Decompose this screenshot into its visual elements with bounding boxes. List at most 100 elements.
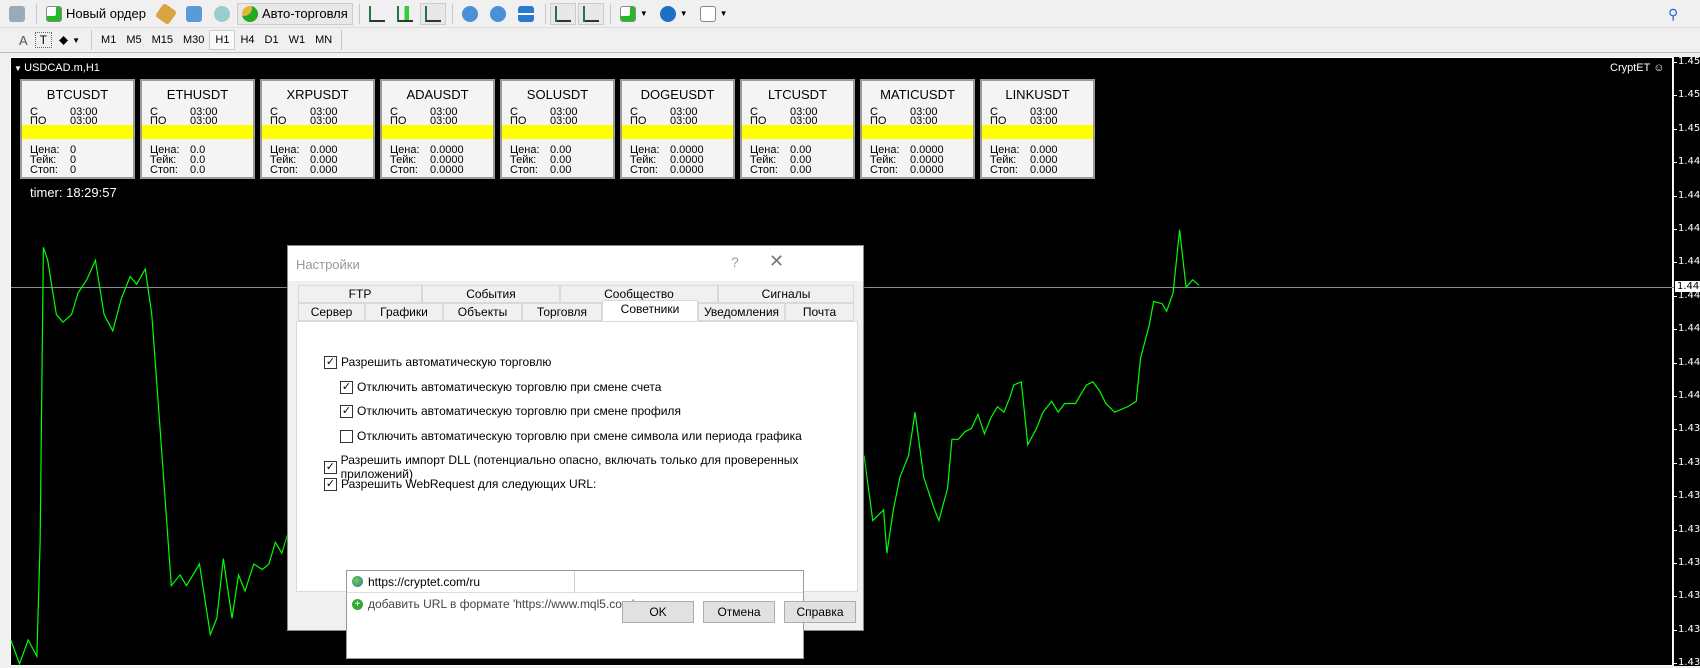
symbol-panel[interactable]: MATICUSDT С 03:00 ПО 03:00 Цена: 0.0000 Тейк: 0.… (860, 79, 975, 179)
panel-symbol: DOGEUSDT (640, 87, 715, 102)
tab-3[interactable]: Сигналы (718, 285, 854, 303)
panel-symbol: LINKUSDT (1005, 87, 1070, 102)
panel-symbol: LTCUSDT (768, 87, 827, 102)
checkbox-unchecked-icon[interactable] (340, 429, 353, 443)
stop-label: Стоп: (990, 164, 1018, 176)
axis-tick-label: 1.440 (1674, 390, 1700, 401)
status-bar (742, 125, 853, 139)
tab-row2-5[interactable]: Уведомления (698, 303, 785, 321)
option-label: Отключить автоматическую торговлю при см… (357, 404, 681, 418)
axis-tick-label: 1.442 (1674, 323, 1700, 334)
symbol-panel[interactable]: ADAUSDT С 03:00 ПО 03:00 Цена: 0.0000 Тейк: 0.00… (380, 79, 495, 179)
stop-label: Стоп: (750, 164, 778, 176)
axis-tick-label: 1.436 (1674, 490, 1700, 501)
checkbox-checked-icon[interactable]: ✓ (340, 380, 353, 394)
option-checkbox[interactable]: ✓ Разрешить WebRequest для следующих URL: (324, 477, 596, 491)
stop-label: Стоп: (270, 164, 298, 176)
checkbox-checked-icon[interactable]: ✓ (324, 460, 337, 474)
option-label: Отключить автоматическую торговлю при см… (357, 429, 802, 443)
status-bar (382, 125, 493, 139)
stop-label: Стоп: (870, 164, 898, 176)
symbol-panel[interactable]: SOLUSDT С 03:00 ПО 03:00 Цена: 0.00 Тейк: 0.00 Ст… (500, 79, 615, 179)
panel-symbol: XRPUSDT (286, 87, 349, 102)
axis-tick-label: 1.437 (1674, 457, 1700, 468)
tab-row2-1[interactable]: Графики (365, 303, 443, 321)
symbol-panel[interactable]: LTCUSDT С 03:00 ПО 03:00 Цена: 0.00 Тейк: 0.00 Ст… (740, 79, 855, 179)
panel-symbol: BTCUSDT (46, 87, 109, 102)
axis-tick-label: 1.432 (1674, 590, 1700, 601)
timer-text: timer: 18:29:57 (30, 185, 117, 200)
tab-0[interactable]: FTP (298, 285, 422, 303)
url-row[interactable]: https://cryptet.com/ru (347, 571, 803, 593)
panel-symbol: ETHUSDT (166, 87, 229, 102)
status-bar (622, 125, 733, 139)
help-button[interactable]: ? (731, 254, 739, 270)
symbol-panel[interactable]: DOGEUSDT С 03:00 ПО 03:00 Цена: 0.0000 Тейк: 0.0… (620, 79, 735, 179)
status-bar (502, 125, 613, 139)
axis-tick-label: 1.447 (1674, 190, 1700, 201)
tab-row2-6[interactable]: Почта (785, 303, 854, 321)
stop-label: Стоп: (30, 164, 58, 176)
option-label: Разрешить WebRequest для следующих URL: (341, 477, 597, 491)
status-bar (22, 125, 133, 139)
symbol-panel[interactable]: XRPUSDT С 03:00 ПО 03:00 Цена: 0.000 Тейк: 0.000… (260, 79, 375, 179)
stop-label: Стоп: (390, 164, 418, 176)
axis-tick-label: 1.443 (1674, 290, 1700, 301)
axis-tick-label: 1.430 (1674, 657, 1700, 668)
stop-label: Стоп: (510, 164, 538, 176)
price-line-left (11, 247, 289, 664)
symbol-panel[interactable]: ETHUSDT С 03:00 ПО 03:00 Цена: 0.0 Тейк: 0.0 Стоп… (140, 79, 255, 179)
ok-button[interactable]: OK (622, 601, 694, 623)
tab-1[interactable]: События (422, 285, 560, 303)
status-bar (262, 125, 373, 139)
stop-value: 0.00 (550, 164, 572, 176)
symbol-panel[interactable]: LINKUSDT С 03:00 ПО 03:00 Цена: 0.000 Тейк: 0.00… (980, 79, 1095, 179)
tab-row2-4[interactable]: Советники (602, 300, 698, 321)
status-bar (862, 125, 973, 139)
checkbox-checked-icon[interactable]: ✓ (324, 477, 337, 491)
url-value: https://cryptet.com/ru (368, 574, 481, 589)
settings-dialog: Настройки ? ✕ FTP События Сообщество Сигнал… (287, 245, 864, 659)
stop-label: Стоп: (150, 164, 178, 176)
axis-tick-label: 1.441 (1674, 357, 1700, 368)
tab-row2-3[interactable]: Торговля (522, 303, 602, 321)
stop-value: 0.0000 (910, 164, 944, 176)
stop-value: 0 (70, 164, 77, 176)
option-checkbox[interactable]: ✓ Разрешить автоматическую торговлю (324, 355, 551, 369)
option-label: Разрешить автоматическую торговлю (341, 355, 552, 369)
help-dialog-button[interactable]: Справка (784, 601, 856, 623)
checkbox-checked-icon[interactable]: ✓ (324, 355, 337, 369)
stop-value: 0.0000 (430, 164, 464, 176)
stop-label: Стоп: (630, 164, 658, 176)
axis-tick-label: 1.435 (1674, 524, 1700, 535)
axis-tick-label: 1.450 (1674, 123, 1700, 134)
checkbox-checked-icon[interactable]: ✓ (340, 404, 353, 418)
axis-tick-label: 1.452 (1674, 56, 1700, 67)
close-button[interactable]: ✕ (769, 251, 784, 272)
status-bar (982, 125, 1093, 139)
panel-symbol: SOLUSDT (526, 87, 589, 102)
option-checkbox[interactable]: ✓ Отключить автоматическую торговлю при с… (340, 404, 681, 418)
stop-value: 0.0000 (670, 164, 704, 176)
cancel-button[interactable]: Отмена (703, 601, 775, 623)
axis-tick-label: 1.433 (1674, 557, 1700, 568)
globe-icon (352, 576, 363, 587)
panel-symbol: ADAUSDT (406, 87, 469, 102)
option-checkbox[interactable]: Отключить автоматическую торговлю при см… (340, 429, 802, 443)
option-checkbox[interactable]: ✓ Отключить автоматическую торговлю при с… (340, 380, 661, 394)
tab-row2-0[interactable]: Сервер (298, 303, 365, 321)
axis-tick-label: 1.451 (1674, 89, 1700, 100)
status-bar (142, 125, 253, 139)
axis-tick-label: 1.431 (1674, 624, 1700, 635)
column-divider (574, 571, 575, 593)
tab-row2-2[interactable]: Объекты (443, 303, 522, 321)
stop-value: 0.000 (310, 164, 338, 176)
option-label: Отключить автоматическую торговлю при см… (357, 380, 662, 394)
symbol-panel[interactable]: BTCUSDT С 03:00 ПО 03:00 Цена: 0 Тейк: 0 Стоп: 0 (20, 79, 135, 179)
price-line-right (864, 230, 1199, 553)
panel-symbol: MATICUSDT (880, 87, 955, 102)
add-url-label: добавить URL в формате 'https://www.mql5… (368, 597, 635, 611)
axis-tick-label: 1.448 (1674, 156, 1700, 167)
expert-advisors-tab-panel: ✓ Разрешить автоматическую торговлю ✓ Отклю… (296, 321, 858, 659)
add-icon: + (352, 598, 363, 610)
